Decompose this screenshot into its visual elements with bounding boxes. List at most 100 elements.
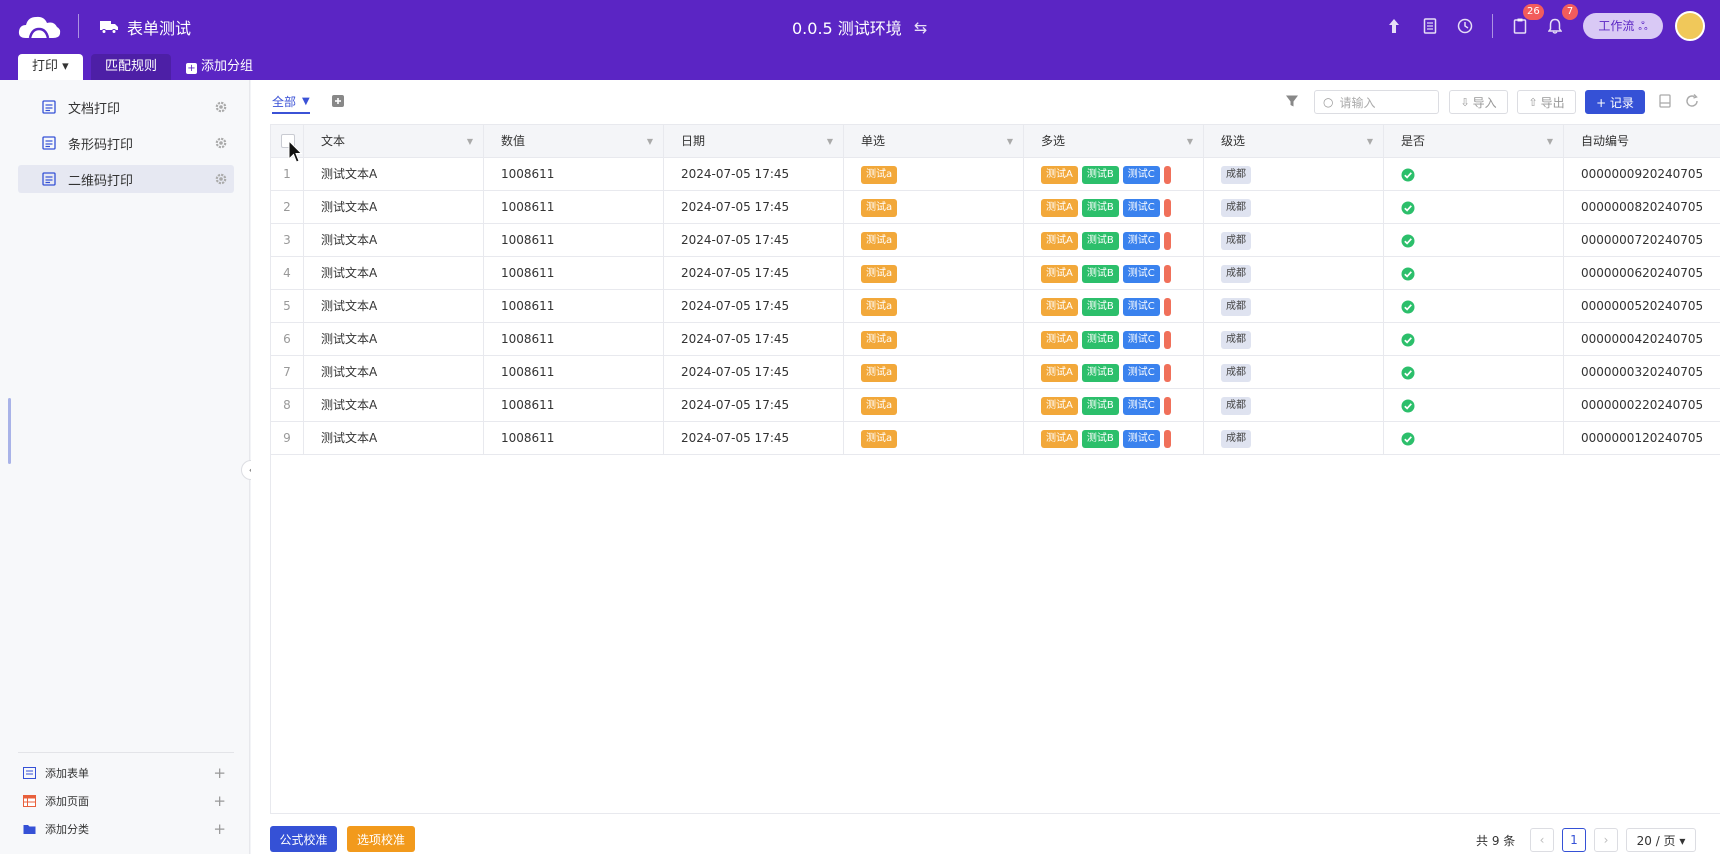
cell-number[interactable]: 1008611 (484, 323, 664, 355)
column-menu-icon[interactable]: ▼ (1367, 125, 1373, 158)
table-row[interactable]: 6 测试文本A 1008611 2024-07-05 17:45 测试a 测试A 测试B 测试… (271, 323, 1720, 356)
column-header-cascade[interactable]: 级选 ▼ (1204, 125, 1384, 158)
table-row[interactable]: 9 测试文本A 1008611 2024-07-05 17:45 测试a 测试A 测试B 测试… (271, 422, 1720, 455)
cell-cascade[interactable]: 成都 (1204, 191, 1384, 223)
cell-single-select[interactable]: 测试a (844, 422, 1024, 454)
table-row[interactable]: 2 测试文本A 1008611 2024-07-05 17:45 测试a 测试A 测试B 测试… (271, 191, 1720, 224)
add-form-button[interactable]: 添加表单 + (18, 762, 234, 784)
cell-date[interactable]: 2024-07-05 17:45 (664, 224, 844, 256)
document-icon[interactable] (1419, 15, 1441, 37)
cell-date[interactable]: 2024-07-05 17:45 (664, 422, 844, 454)
cell-single-select[interactable]: 测试a (844, 158, 1024, 190)
cell-auto-number[interactable]: 0000000820240705 (1564, 191, 1720, 223)
tab-print[interactable]: 打印 ▾ (18, 54, 83, 80)
cell-auto-number[interactable]: 0000000520240705 (1564, 290, 1720, 322)
cell-number[interactable]: 1008611 (484, 224, 664, 256)
bell-icon[interactable] (1544, 15, 1566, 37)
cell-text[interactable]: 测试文本A (304, 224, 484, 256)
import-button[interactable]: ⇩ 导入 (1449, 90, 1508, 114)
cell-auto-number[interactable]: 0000000920240705 (1564, 158, 1720, 190)
cell-yes-no[interactable] (1384, 323, 1564, 355)
column-menu-icon[interactable]: ▼ (1007, 125, 1013, 158)
cell-cascade[interactable]: 成都 (1204, 158, 1384, 190)
column-header-auto-number[interactable]: 自动编号 (1564, 125, 1720, 158)
prev-page-chevron-icon[interactable]: ‹ (1530, 828, 1554, 852)
cell-text[interactable]: 测试文本A (304, 356, 484, 388)
workflow-button[interactable]: 工作流 ஃ (1583, 13, 1663, 39)
cell-number[interactable]: 1008611 (484, 422, 664, 454)
search-input[interactable]: ○ 请输入 (1314, 90, 1439, 114)
column-menu-icon[interactable]: ▼ (1547, 125, 1553, 158)
cell-date[interactable]: 2024-07-05 17:45 (664, 191, 844, 223)
plus-icon[interactable]: + (213, 820, 226, 838)
table-row[interactable]: 4 测试文本A 1008611 2024-07-05 17:45 测试a 测试A 测试B 测试… (271, 257, 1720, 290)
column-header-text[interactable]: 文本 ▼ (304, 125, 484, 158)
cell-single-select[interactable]: 测试a (844, 191, 1024, 223)
cell-text[interactable]: 测试文本A (304, 323, 484, 355)
cell-text[interactable]: 测试文本A (304, 422, 484, 454)
cloud-logo-icon[interactable] (16, 12, 62, 40)
column-menu-icon[interactable]: ▼ (467, 125, 473, 158)
plus-icon[interactable]: + (213, 792, 226, 810)
gear-icon[interactable] (214, 172, 228, 186)
cell-single-select[interactable]: 测试a (844, 323, 1024, 355)
cell-cascade[interactable]: 成都 (1204, 389, 1384, 421)
row-index[interactable]: 7 (271, 356, 304, 388)
filter-icon[interactable] (1285, 94, 1299, 108)
cell-multi-select[interactable]: 测试A 测试B 测试C (1024, 356, 1204, 388)
drag-handle[interactable] (8, 398, 11, 464)
cell-number[interactable]: 1008611 (484, 158, 664, 190)
row-index[interactable]: 9 (271, 422, 304, 454)
cell-cascade[interactable]: 成都 (1204, 257, 1384, 289)
cell-yes-no[interactable] (1384, 191, 1564, 223)
cell-date[interactable]: 2024-07-05 17:45 (664, 389, 844, 421)
cell-cascade[interactable]: 成都 (1204, 356, 1384, 388)
row-index[interactable]: 6 (271, 323, 304, 355)
cell-multi-select[interactable]: 测试A 测试B 测试C (1024, 191, 1204, 223)
add-record-button[interactable]: + 记录 (1585, 90, 1645, 114)
cell-cascade[interactable]: 成都 (1204, 422, 1384, 454)
column-menu-icon[interactable]: ▼ (1187, 125, 1193, 158)
cell-yes-no[interactable] (1384, 158, 1564, 190)
option-calibrate-button[interactable]: 选项校准 (347, 826, 415, 852)
cell-auto-number[interactable]: 0000000120240705 (1564, 422, 1720, 454)
cell-auto-number[interactable]: 0000000720240705 (1564, 224, 1720, 256)
cell-single-select[interactable]: 测试a (844, 257, 1024, 289)
cell-cascade[interactable]: 成都 (1204, 224, 1384, 256)
row-index[interactable]: 3 (271, 224, 304, 256)
next-page-chevron-icon[interactable]: › (1594, 828, 1618, 852)
sidebar-item-qrcode-print[interactable]: 二维码打印 (18, 165, 234, 193)
cell-multi-select[interactable]: 测试A 测试B 测试C (1024, 389, 1204, 421)
environment-title[interactable]: 0.0.5 测试环境 ⇆ (792, 15, 927, 39)
plus-icon[interactable]: + (213, 764, 226, 782)
cell-auto-number[interactable]: 0000000220240705 (1564, 389, 1720, 421)
cell-cascade[interactable]: 成都 (1204, 323, 1384, 355)
cell-date[interactable]: 2024-07-05 17:45 (664, 356, 844, 388)
table-row[interactable]: 7 测试文本A 1008611 2024-07-05 17:45 测试a 测试A 测试B 测试… (271, 356, 1720, 389)
tab-add-group[interactable]: + 添加分组 (174, 54, 267, 80)
cell-text[interactable]: 测试文本A (304, 290, 484, 322)
cell-yes-no[interactable] (1384, 422, 1564, 454)
sidebar-item-barcode-print[interactable]: 条形码打印 (18, 129, 234, 157)
gear-icon[interactable] (214, 100, 228, 114)
table-row[interactable]: 8 测试文本A 1008611 2024-07-05 17:45 测试a 测试A 测试B 测试… (271, 389, 1720, 422)
cell-number[interactable]: 1008611 (484, 356, 664, 388)
cell-yes-no[interactable] (1384, 356, 1564, 388)
cell-single-select[interactable]: 测试a (844, 356, 1024, 388)
swap-icon[interactable]: ⇆ (914, 18, 927, 37)
column-menu-icon[interactable]: ▼ (647, 125, 653, 158)
table-row[interactable]: 1 测试文本A 1008611 2024-07-05 17:45 测试a 测试A 测试B 测试… (271, 158, 1720, 191)
export-button[interactable]: ⇧ 导出 (1517, 90, 1576, 114)
add-page-button[interactable]: 添加页面 + (18, 790, 234, 812)
cell-text[interactable]: 测试文本A (304, 257, 484, 289)
row-index[interactable]: 8 (271, 389, 304, 421)
add-view-icon[interactable] (331, 94, 345, 108)
cell-yes-no[interactable] (1384, 224, 1564, 256)
cell-multi-select[interactable]: 测试A 测试B 测试C (1024, 323, 1204, 355)
user-avatar[interactable] (1675, 11, 1705, 41)
cell-number[interactable]: 1008611 (484, 290, 664, 322)
cell-yes-no[interactable] (1384, 290, 1564, 322)
cell-number[interactable]: 1008611 (484, 191, 664, 223)
cell-auto-number[interactable]: 0000000320240705 (1564, 356, 1720, 388)
cell-multi-select[interactable]: 测试A 测试B 测试C (1024, 158, 1204, 190)
